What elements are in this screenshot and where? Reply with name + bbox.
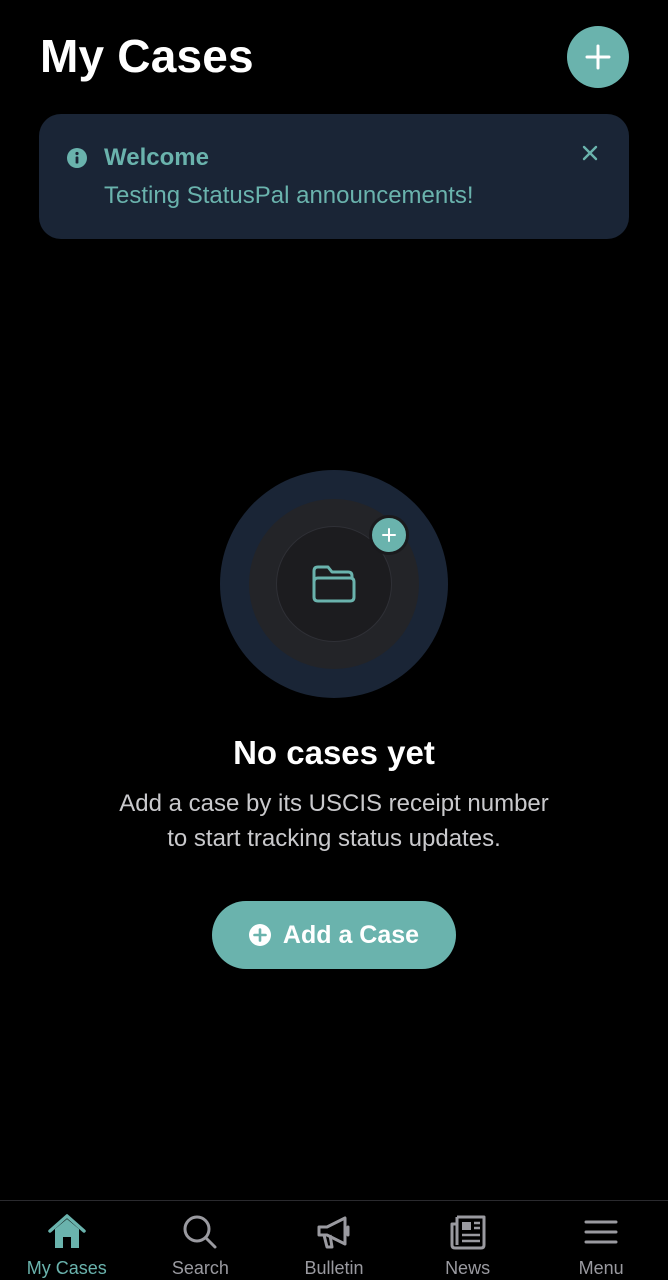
empty-state-description: Add a case by its USCIS receipt number t…: [0, 786, 668, 856]
home-icon: [48, 1214, 86, 1248]
nav-label-news: News: [445, 1258, 491, 1278]
folder-icon: [312, 565, 356, 603]
newspaper-icon: [450, 1215, 486, 1250]
announcement-message: Testing StatusPal announcements!: [104, 182, 474, 209]
megaphone-icon: [317, 1216, 350, 1249]
dismiss-announcement-button[interactable]: [577, 140, 603, 166]
announcement-card: Welcome Testing StatusPal announcements!: [39, 114, 629, 239]
nav-label-search: Search: [171, 1258, 229, 1278]
nav-item-bulletin[interactable]: Bulletin: [267, 1201, 401, 1280]
page-title: My Cases: [40, 30, 254, 82]
announcement-title: Welcome: [104, 144, 209, 171]
bottom-navigation: My Cases Search Bulletin News Menu: [0, 1200, 668, 1280]
plus-circle-icon: [248, 924, 271, 946]
search-icon: [183, 1215, 217, 1249]
nav-label-my-cases: My Cases: [26, 1258, 107, 1278]
menu-icon: [584, 1220, 618, 1244]
nav-item-my-cases[interactable]: My Cases: [0, 1201, 134, 1280]
nav-label-bulletin: Bulletin: [304, 1258, 364, 1278]
my-cases-screen: My Cases Welcome Testing StatusPal annou…: [0, 0, 668, 1280]
plus-icon: [585, 44, 611, 70]
add-case-fab[interactable]: [567, 26, 629, 88]
add-case-label: Add a Case: [282, 920, 420, 949]
close-icon: [582, 145, 598, 161]
nav-item-news[interactable]: News: [401, 1201, 535, 1280]
nav-label-menu: Menu: [578, 1258, 624, 1278]
description-line-1: Add a case by its USCIS receipt number: [119, 790, 549, 817]
info-icon: [67, 148, 87, 168]
description-line-2: to start tracking status updates.: [167, 825, 501, 852]
nav-item-search[interactable]: Search: [134, 1201, 268, 1280]
illustration-plus-badge: [369, 515, 409, 555]
nav-item-menu[interactable]: Menu: [534, 1201, 668, 1280]
plus-icon: [382, 528, 396, 542]
add-case-button[interactable]: Add a Case: [212, 901, 456, 969]
empty-state-title: No cases yet: [233, 734, 435, 771]
